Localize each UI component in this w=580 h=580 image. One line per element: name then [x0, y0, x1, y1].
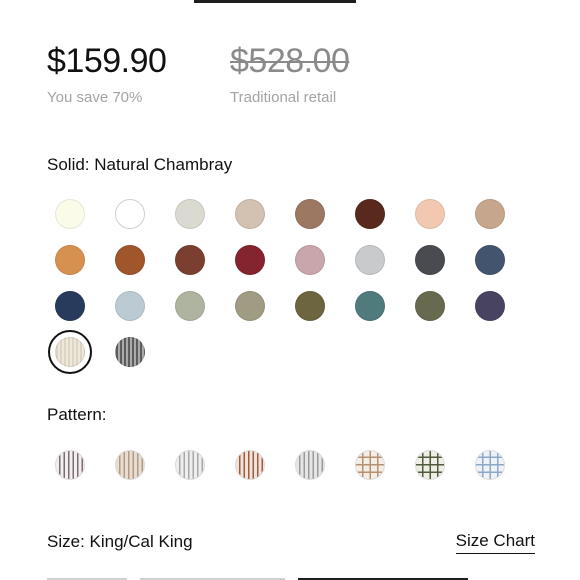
swatch-color: [175, 199, 205, 229]
pattern-fabric: [55, 450, 85, 480]
pattern-rust-stripe[interactable]: [228, 443, 272, 487]
swatch-color: [475, 291, 505, 321]
swatch-navy[interactable]: [48, 284, 92, 328]
swatch-espresso[interactable]: [348, 192, 392, 236]
tab-indicator: [194, 0, 356, 3]
pattern-tan-plaid[interactable]: [348, 443, 392, 487]
swatch-mocha[interactable]: [288, 192, 332, 236]
swatch-color: [115, 291, 145, 321]
swatch-light-stone[interactable]: [168, 192, 212, 236]
swatch-color: [355, 291, 385, 321]
swatch-color: [55, 337, 85, 367]
swatch-color: [55, 199, 85, 229]
pattern-blue-plaid[interactable]: [468, 443, 512, 487]
solid-color-label: Solid: Natural Chambray: [47, 155, 233, 174]
pattern-label: Pattern:: [47, 405, 107, 424]
swatch-moss[interactable]: [408, 284, 452, 328]
swatch-sand[interactable]: [228, 192, 272, 236]
swatch-color: [295, 291, 325, 321]
swatch-color: [355, 199, 385, 229]
swatch-color: [475, 199, 505, 229]
pattern-olive-plaid[interactable]: [408, 443, 452, 487]
retail-price: $528.00: [230, 42, 350, 80]
swatch-tan[interactable]: [468, 192, 512, 236]
swatch-plum-gray[interactable]: [468, 284, 512, 328]
swatch-color: [235, 199, 265, 229]
swatch-charcoal-stripe[interactable]: [108, 330, 152, 374]
swatch-color: [175, 291, 205, 321]
swatch-color: [115, 245, 145, 275]
pattern-fabric: [355, 450, 385, 480]
swatch-color: [295, 199, 325, 229]
pattern-fabric: [475, 450, 505, 480]
pattern-silver-stripe[interactable]: [288, 443, 332, 487]
swatch-powder-blue[interactable]: [108, 284, 152, 328]
swatch-peach[interactable]: [408, 192, 452, 236]
pattern-gray-stripe[interactable]: [168, 443, 212, 487]
current-price: $159.90: [47, 42, 167, 80]
swatch-rust[interactable]: [108, 238, 152, 282]
swatch-color: [115, 337, 145, 367]
swatch-white[interactable]: [108, 192, 152, 236]
swatch-brick[interactable]: [168, 238, 212, 282]
pattern-fabric: [115, 450, 145, 480]
swatch-color: [55, 291, 85, 321]
pattern-sand-stripe[interactable]: [108, 443, 152, 487]
swatch-color: [235, 291, 265, 321]
retail-label: Traditional retail: [230, 89, 337, 106]
swatch-color: [295, 245, 325, 275]
pattern-fabric: [415, 450, 445, 480]
pattern-fabric: [175, 450, 205, 480]
swatch-color: [235, 245, 265, 275]
swatch-slate-blue[interactable]: [468, 238, 512, 282]
swatch-sage[interactable]: [168, 284, 212, 328]
swatch-color: [355, 245, 385, 275]
pattern-fabric: [295, 450, 325, 480]
swatch-color: [175, 245, 205, 275]
swatch-color: [475, 245, 505, 275]
swatch-crimson[interactable]: [228, 238, 272, 282]
swatch-color: [415, 245, 445, 275]
swatch-charcoal[interactable]: [408, 238, 452, 282]
swatch-natural-chambray[interactable]: [48, 330, 92, 374]
swatch-color: [415, 291, 445, 321]
swatch-khaki-green[interactable]: [228, 284, 272, 328]
savings-text: You save 70%: [47, 89, 143, 106]
pattern-mauve-stripe[interactable]: [48, 443, 92, 487]
size-chart-link[interactable]: Size Chart: [455, 531, 535, 554]
swatch-ivory[interactable]: [48, 192, 92, 236]
pattern-fabric: [235, 450, 265, 480]
swatch-color: [415, 199, 445, 229]
swatch-teal[interactable]: [348, 284, 392, 328]
swatch-color: [55, 245, 85, 275]
swatch-ochre[interactable]: [48, 238, 92, 282]
swatch-olive[interactable]: [288, 284, 332, 328]
size-label: Size: King/Cal King: [47, 532, 193, 551]
swatch-rose[interactable]: [288, 238, 332, 282]
swatch-silver[interactable]: [348, 238, 392, 282]
swatch-color: [115, 199, 145, 229]
